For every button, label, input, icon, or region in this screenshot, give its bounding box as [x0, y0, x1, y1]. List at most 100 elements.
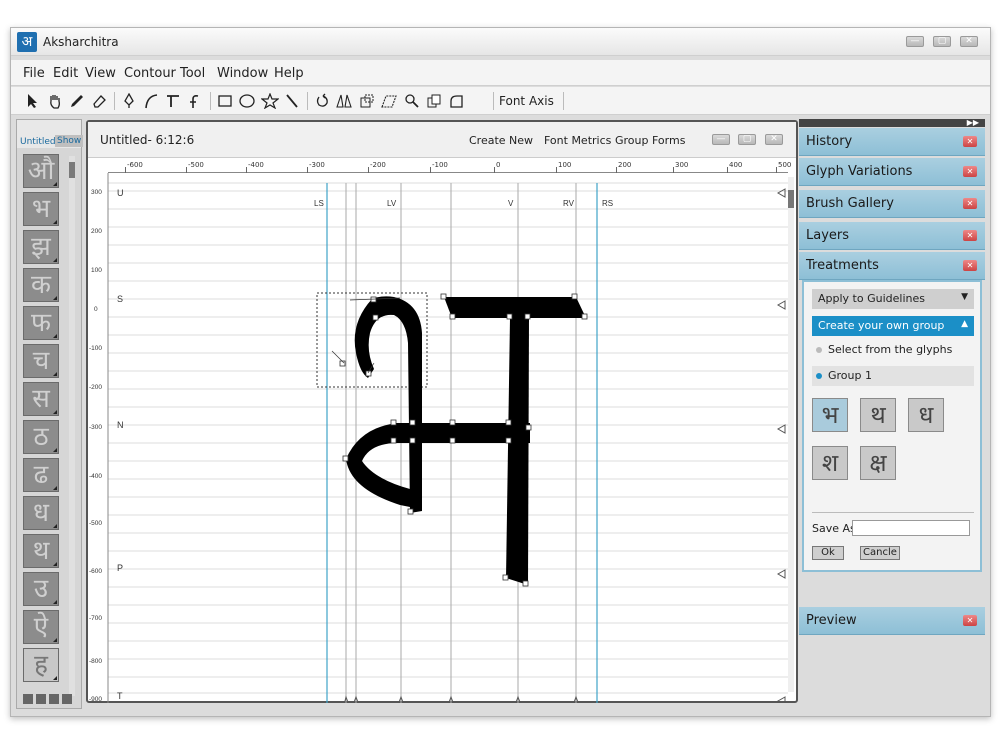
font-metrics-button[interactable]: Font Metrics [544, 134, 611, 147]
option-group-1[interactable]: Group 1 [812, 366, 974, 386]
glyph-tile[interactable]: औ [23, 154, 59, 188]
radio-dot-icon [816, 347, 822, 353]
right-panel: ▶▶ History ✕ Glyph Variations ✕ Brush Ga… [799, 119, 985, 711]
doc-close-button[interactable]: ✕ [765, 134, 783, 145]
ruler-tick: 100 [558, 161, 572, 169]
group-glyph-tile[interactable]: श [812, 446, 848, 480]
hand-icon[interactable] [45, 91, 65, 111]
ruler-tick: 500 [778, 161, 792, 169]
glyph-tile[interactable]: च [23, 344, 59, 378]
group-glyph-tile[interactable]: ध [908, 398, 944, 432]
v-tick: -300 [89, 424, 102, 431]
menu-file[interactable]: File [23, 66, 45, 81]
menu-contour[interactable]: Contour [124, 66, 176, 81]
layers-panel-header[interactable]: Layers ✕ [799, 222, 985, 250]
menu-view[interactable]: View [85, 66, 116, 81]
star-icon[interactable] [260, 91, 280, 111]
transform-icon[interactable] [357, 91, 377, 111]
treatments-panel-header[interactable]: Treatments ✕ [799, 252, 985, 280]
t-bar-icon[interactable] [163, 91, 183, 111]
glyph-tile[interactable]: ऐ [23, 610, 59, 644]
glyph-variations-panel-header[interactable]: Glyph Variations ✕ [799, 158, 985, 186]
glyph-tile[interactable]: झ [23, 230, 59, 264]
glyph-tile[interactable]: ध [23, 496, 59, 530]
menu-help[interactable]: Help [274, 66, 304, 81]
group-glyph-tile[interactable]: थ [860, 398, 896, 432]
glyph-tile[interactable]: क [23, 268, 59, 302]
collapse-panel-icon[interactable]: ▶▶ [799, 119, 985, 127]
title-bar: अ Aksharchitra — ▢ ✕ [11, 28, 990, 56]
glyph-list-scroll-thumb[interactable] [69, 162, 75, 178]
close-icon[interactable]: ✕ [963, 166, 977, 177]
mirror-icon[interactable] [334, 91, 354, 111]
footer-icon[interactable] [62, 694, 72, 704]
chevron-up-icon: ▲ [961, 319, 968, 329]
glyph-tile[interactable]: थ [23, 534, 59, 568]
footer-icon[interactable] [49, 694, 59, 704]
row-label-u: U [117, 188, 124, 198]
create-new-button[interactable]: Create New [469, 134, 533, 147]
doc-maximize-button[interactable]: ▢ [738, 134, 756, 145]
pointer-icon[interactable] [23, 91, 43, 111]
zoom-icon[interactable] [402, 91, 422, 111]
glyph-tile[interactable]: फ [23, 306, 59, 340]
canvas-scrollbar[interactable] [788, 177, 794, 692]
close-icon[interactable]: ✕ [963, 260, 977, 271]
doc-minimize-button[interactable]: — [712, 134, 730, 145]
cancel-button[interactable]: Cancle [860, 546, 900, 560]
option-select-glyphs[interactable]: Select from the glyphs [812, 340, 974, 360]
close-icon[interactable]: ✕ [963, 198, 977, 209]
rectangle-icon[interactable] [215, 91, 235, 111]
glyph-tile[interactable]: ढ [23, 458, 59, 492]
minimize-button[interactable]: — [906, 36, 924, 47]
rotate-icon[interactable] [312, 91, 332, 111]
footer-icon[interactable] [36, 694, 46, 704]
group-glyph-tile[interactable]: क्ष [860, 446, 896, 480]
show-button[interactable]: Show [55, 135, 84, 147]
clone-icon[interactable] [424, 91, 444, 111]
group-forms-button[interactable]: Group Forms [615, 134, 685, 147]
glyph-panel-tab[interactable]: Untitled [20, 137, 56, 147]
ruler-tick: 200 [618, 161, 632, 169]
glyph-canvas[interactable]: LS LV V RV RS U S N P T 300 200 100 0 -1… [88, 173, 788, 703]
close-icon[interactable]: ✕ [963, 230, 977, 241]
group-glyph-tile[interactable]: भ [812, 398, 848, 432]
font-axis-button[interactable]: Font Axis [499, 94, 554, 108]
hook-icon[interactable] [185, 91, 205, 111]
pen-tool-icon[interactable] [119, 91, 139, 111]
skew-icon[interactable] [379, 91, 399, 111]
preview-panel-header[interactable]: Preview ✕ [799, 607, 985, 635]
option-label: Group 1 [828, 369, 872, 382]
ok-button[interactable]: Ok [812, 546, 844, 560]
glyph-outline[interactable] [346, 296, 586, 585]
menu-edit[interactable]: Edit [53, 66, 78, 81]
glyph-list-scrollbar[interactable] [69, 156, 75, 696]
ruler-tick: -300 [309, 161, 325, 169]
canvas-scroll-thumb[interactable] [788, 190, 794, 208]
eraser-icon[interactable] [89, 91, 109, 111]
glyph-tile[interactable]: भ [23, 192, 59, 226]
glyph-tile[interactable]: स [23, 382, 59, 416]
close-button[interactable]: ✕ [960, 36, 978, 47]
save-as-input[interactable] [852, 520, 970, 536]
footer-icon[interactable] [23, 694, 33, 704]
save-as-label: Save As [812, 522, 856, 535]
ruler-tick: -400 [248, 161, 264, 169]
close-icon[interactable]: ✕ [963, 136, 977, 147]
ellipse-icon[interactable] [237, 91, 257, 111]
apply-to-dropdown[interactable]: Apply to Guidelines ▼ [812, 289, 974, 309]
maximize-button[interactable]: ▢ [933, 36, 951, 47]
line-icon[interactable] [282, 91, 302, 111]
curve-icon[interactable] [141, 91, 161, 111]
glyph-tile[interactable]: ह [23, 648, 59, 682]
menu-tool[interactable]: Tool [180, 66, 205, 81]
corner-icon[interactable] [446, 91, 466, 111]
glyph-tile[interactable]: ठ [23, 420, 59, 454]
menu-window[interactable]: Window [217, 66, 268, 81]
brush-gallery-panel-header[interactable]: Brush Gallery ✕ [799, 190, 985, 218]
close-icon[interactable]: ✕ [963, 615, 977, 626]
glyph-tile[interactable]: उ [23, 572, 59, 606]
history-panel-header[interactable]: History ✕ [799, 128, 985, 156]
create-group-dropdown[interactable]: Create your own group ▲ [812, 316, 974, 336]
pen-nib-icon[interactable] [67, 91, 87, 111]
